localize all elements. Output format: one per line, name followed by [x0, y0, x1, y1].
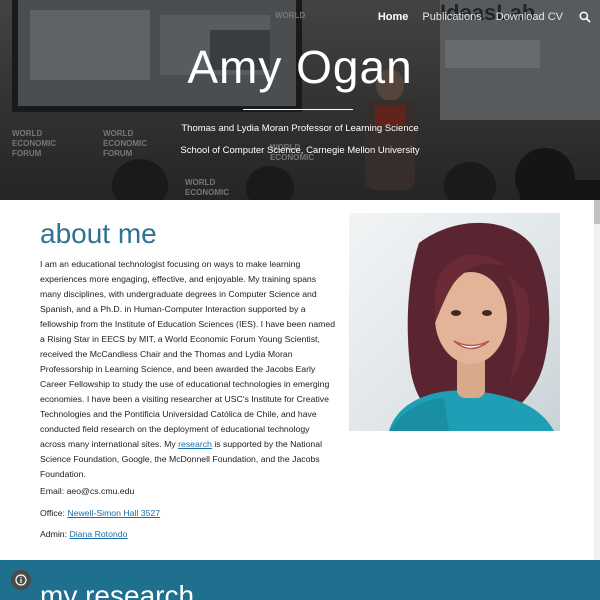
- top-nav: Home Publications Download CV: [371, 0, 600, 34]
- email-label: Email:: [40, 486, 67, 496]
- research-section: my research: [0, 560, 600, 600]
- email-value: aeo@cs.cmu.edu: [66, 486, 135, 496]
- research-heading: my research: [40, 580, 195, 600]
- subtitle-position: Thomas and Lydia Moran Professor of Lear…: [181, 123, 419, 134]
- email-line: Email: aeo@cs.cmu.edu: [40, 486, 134, 496]
- search-icon[interactable]: [570, 0, 600, 34]
- site-title: Amy Ogan: [187, 41, 413, 93]
- bio-paragraph: I am an educational technologist focusin…: [40, 257, 336, 482]
- office-link[interactable]: Newell-Simon Hall 3527: [67, 508, 160, 518]
- subtitle-affiliation: School of Computer Science, Carnegie Mel…: [180, 145, 420, 156]
- scrollbar-thumb[interactable]: [594, 200, 600, 224]
- title-divider: [243, 109, 353, 110]
- about-heading: about me: [40, 218, 157, 249]
- admin-link[interactable]: Diana Rotondo: [69, 529, 127, 539]
- page-scrollbar[interactable]: [594, 200, 600, 560]
- info-icon[interactable]: [11, 570, 31, 590]
- admin-label: Admin:: [40, 529, 70, 539]
- nav-publications[interactable]: Publications: [415, 11, 488, 23]
- office-line: Office: Newell-Simon Hall 3527: [40, 508, 160, 518]
- profile-photo: [349, 213, 560, 431]
- nav-download-cv[interactable]: Download CV: [489, 11, 570, 23]
- hero-banner: WORLD ECONOMIC FORUM WORLD ECONOMIC FORUM WO…: [0, 0, 600, 200]
- research-link[interactable]: research: [178, 439, 212, 449]
- bio-text-1: I am an educational technologist focusin…: [40, 259, 336, 449]
- admin-line: Admin: Diana Rotondo: [40, 529, 127, 539]
- nav-home[interactable]: Home: [371, 11, 416, 23]
- office-label: Office:: [40, 508, 68, 518]
